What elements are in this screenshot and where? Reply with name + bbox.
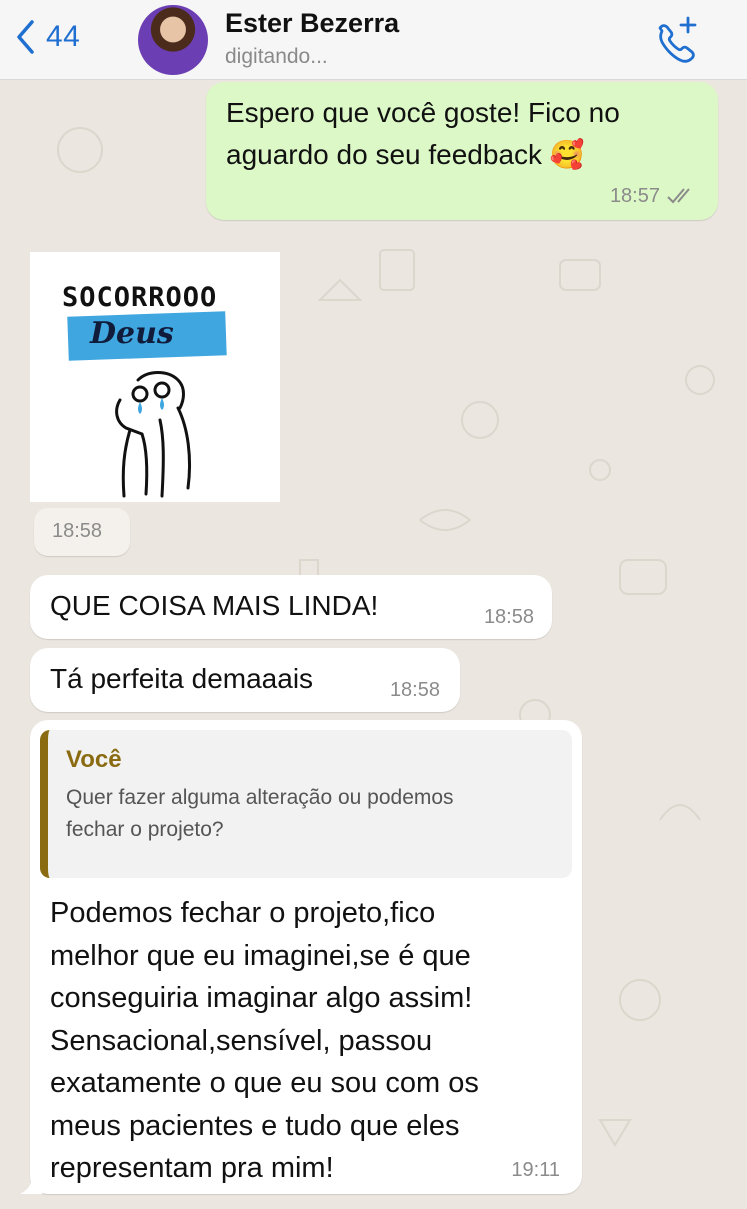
message-time: 18:57 (609, 185, 660, 207)
call-button[interactable] (648, 14, 700, 66)
message-text: aguardo do seu feedback 🥰 (226, 139, 585, 170)
message-line: Podemos fechar o projeto,fico (50, 897, 436, 929)
message-line: Sensacional,sensível, passou (50, 1024, 433, 1057)
message-text: QUE COISA MAIS LINDA! (50, 590, 379, 621)
message-time: 19:11 (511, 1159, 560, 1181)
sticker-time-badge: 18:58 (34, 508, 130, 556)
quote-text: fechar o projeto? (66, 818, 224, 841)
message-line: melhor que eu imaginei,se é que (50, 939, 471, 972)
sticker-title: SOCORROOO (62, 282, 218, 313)
message-time: 18:58 (52, 520, 103, 542)
chat-header: 44 Ester Bezerra digitando... (0, 0, 747, 80)
message-time: 18:58 (483, 606, 534, 628)
message-line: exatamente o que eu sou com os (50, 1067, 479, 1099)
unread-count: 44 (46, 20, 81, 53)
phone-plus-icon (658, 16, 697, 63)
incoming-message[interactable]: QUE COISA MAIS LINDA! 18:58 (30, 575, 552, 639)
message-text: Tá perfeita demaaais (50, 663, 314, 694)
chevron-left-icon (17, 20, 34, 54)
message-line: conseguiria imaginar algo assim! (50, 982, 473, 1014)
avatar[interactable] (138, 5, 208, 75)
contact-name[interactable]: Ester Bezerra (225, 8, 399, 39)
sticker-message[interactable]: SOCORROOO Deus (30, 252, 280, 502)
incoming-message[interactable]: Tá perfeita demaaais 18:58 (30, 648, 460, 712)
quote-author: Você (66, 746, 122, 773)
typing-status: digitando... (225, 45, 328, 68)
message-text: Podemos fechar o projeto,fico melhor que… (40, 878, 572, 1190)
bubble-tail (20, 1176, 42, 1194)
incoming-reply-message[interactable]: Você Quer fazer alguma alteração ou pode… (20, 720, 582, 1194)
double-check-icon (667, 188, 690, 204)
outgoing-message[interactable]: Espero que você goste! Fico no aguardo d… (206, 82, 718, 220)
message-time: 18:58 (389, 679, 440, 701)
message-text: Espero que você goste! Fico no (226, 97, 620, 128)
message-line: meus pacientes e tudo que eles (50, 1109, 460, 1142)
crying-meme-sticker-icon (115, 371, 191, 498)
back-button[interactable]: 44 (14, 18, 80, 56)
message-line: representam pra mim! (50, 1152, 334, 1184)
quote-text: Quer fazer alguma alteração ou podemos (66, 786, 454, 809)
sticker-word: Deus (90, 316, 174, 351)
quoted-message[interactable]: Você Quer fazer alguma alteração ou pode… (40, 730, 572, 878)
